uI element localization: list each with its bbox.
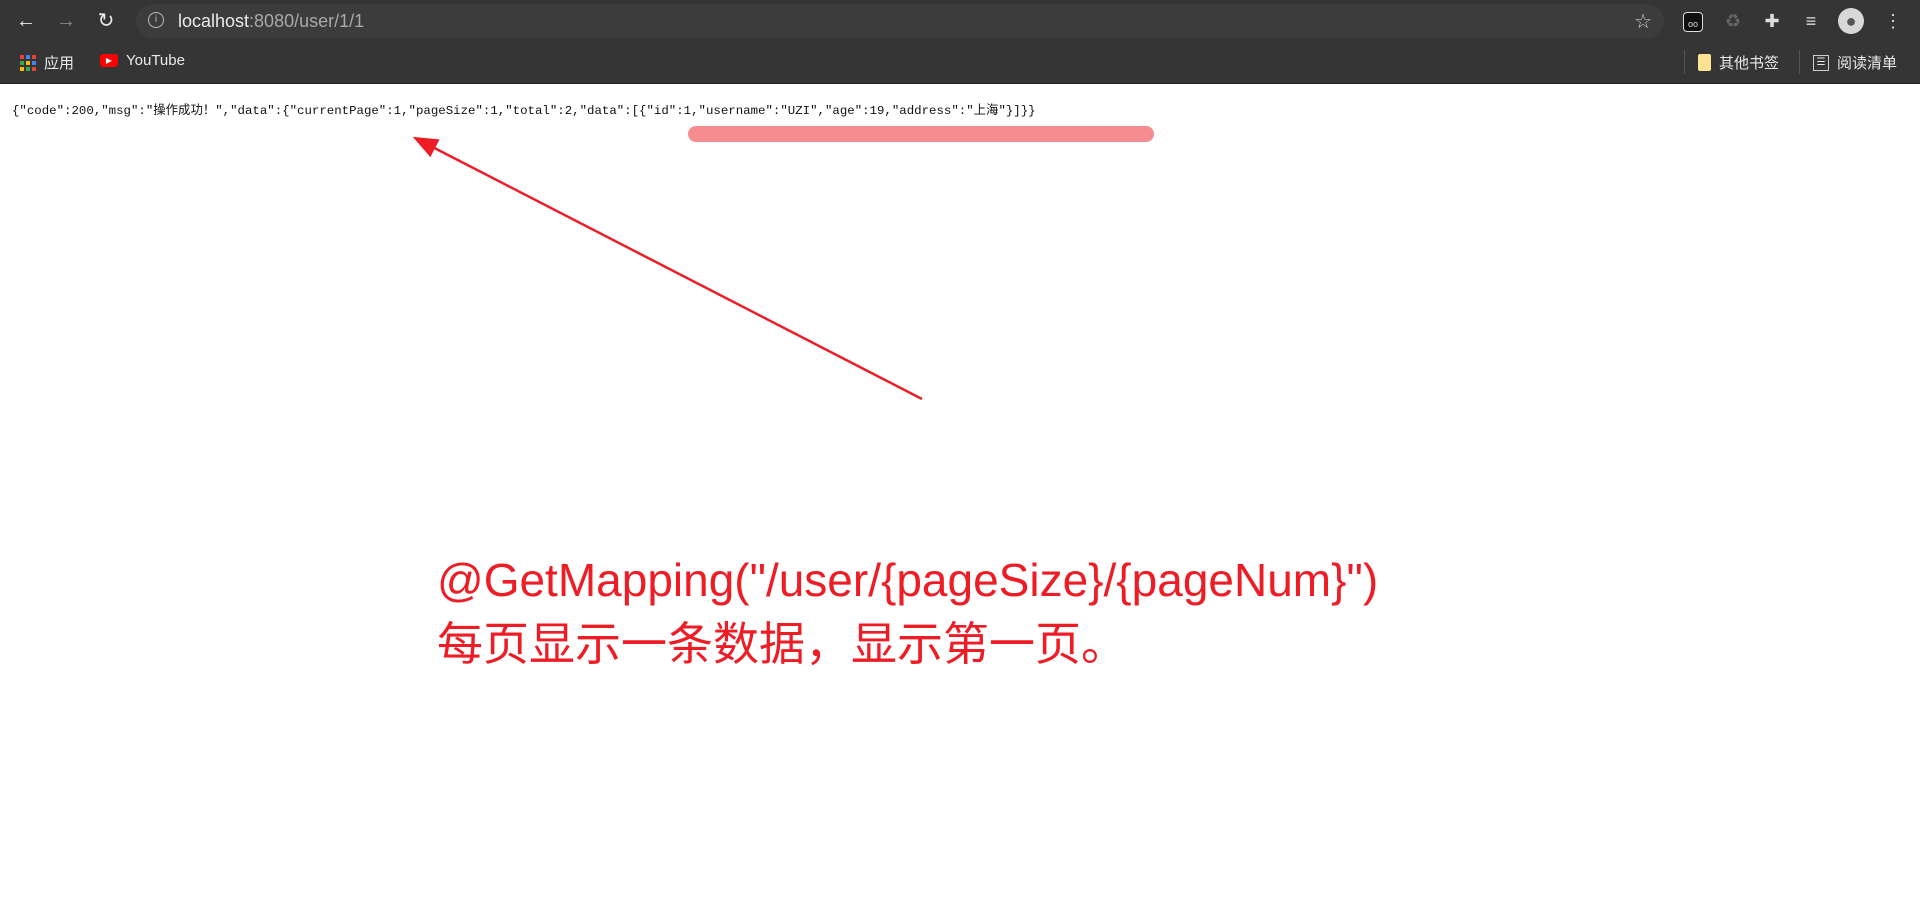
annotation-line-2: 每页显示一条数据，显示第一页。 [437, 618, 1127, 670]
arrow-line [412, 136, 923, 401]
annotation-line-1: @GetMapping("/user/{pageSize}/{pageNum}"… [437, 554, 1379, 606]
annotation-arrow [412, 136, 923, 401]
